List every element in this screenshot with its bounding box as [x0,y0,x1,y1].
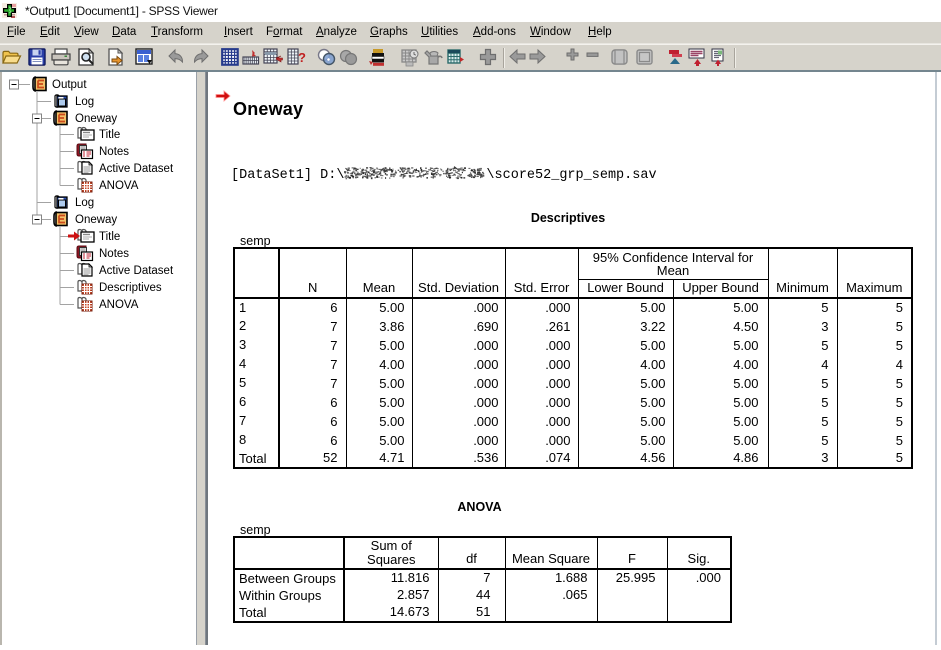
svg-text:Title: Title [99,129,120,141]
svg-text:?: ? [298,50,306,65]
svg-text:ANOVA: ANOVA [99,180,139,192]
svg-text:Log: Log [75,96,94,108]
svg-text:Oneway: Oneway [75,113,117,125]
svg-text:Notes: Notes [99,146,129,158]
svg-text:Descriptives: Descriptives [99,282,162,294]
svg-text:Log: Log [75,197,94,209]
svg-text:Title: Title [99,231,120,243]
svg-text:Oneway: Oneway [75,214,117,226]
svg-text:ANOVA: ANOVA [99,299,139,311]
svg-text:Active Dataset: Active Dataset [99,163,174,175]
svg-text:Notes: Notes [99,248,129,260]
svg-text:Active Dataset: Active Dataset [99,265,174,277]
svg-text:Output: Output [52,79,87,91]
